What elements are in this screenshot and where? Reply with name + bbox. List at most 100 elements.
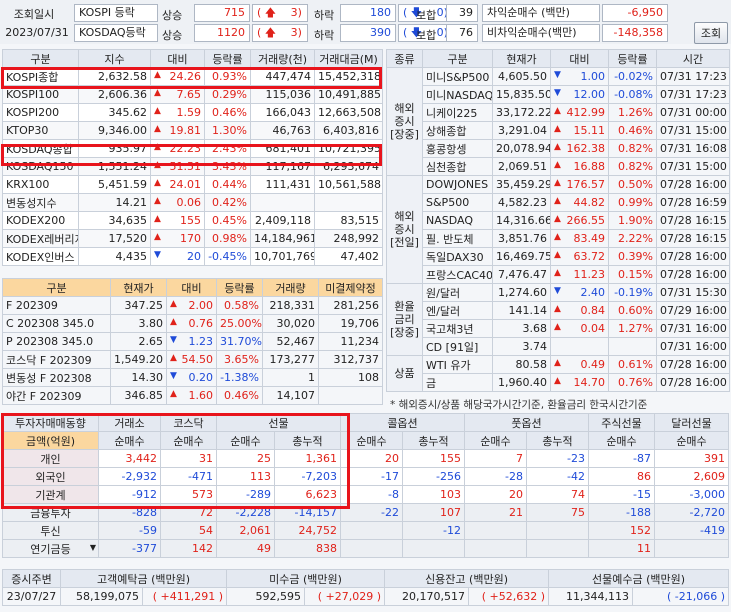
futures-row[interactable]: 변동성 F 202308 14.30 ▼ 0.20 -1.38% 1 108 [2,368,383,387]
overseas-row[interactable]: 필. 반도체 3,851.76 ▲ 83.49 2.22% 07/28 16:15 [387,229,730,248]
overseas-row[interactable]: 미니NASDAQ 15,835.50 ▼ 12.00 -0.08% 07/31 17:23 [387,85,730,104]
overseas-col-header: 대비 [550,49,609,68]
investor-row[interactable]: 금융투자 -828 72 -2,228 -14,157 -22 107 21 75 -188 -2,… [2,503,729,522]
overseas-row[interactable]: NASDAQ 14,316.66 ▲ 266.55 1.90% 07/28 16:15 [387,211,730,230]
dropdown-arrow-icon[interactable]: ▼ [90,543,96,552]
index-row[interactable]: KOSDAQ종합 935.97 ▲ 22.23 2.43% 681,401 10,721,3… [2,139,383,158]
overseas-row[interactable]: 해외 증시 [전일] DOWJONES 35,459.29 ▲ 176.57 0.50% 0… [386,175,730,284]
overseas-row[interactable]: 환율 금리 [장중] 원/달러 1,274.60 ▼ 2.40 -0.19% 07/31 1… [386,283,730,356]
futures-row[interactable]: P 202308 345.0 2.65 ▼ 1.23 31.70% 52,467 11,23… [2,332,383,351]
index-row[interactable]: KOSPI종합 2,632.58 ▲ 24.26 0.93% 447,474 15,452,… [2,67,383,86]
investor-unit: 금액(억원) [2,431,99,450]
overseas-row[interactable]: 금 1,960.40 ▲ 14.70 0.76% 07/28 16:00 [387,373,730,392]
index-value: 17,520 [78,229,151,248]
index-change-value: 7.65 [176,88,202,101]
overseas-name: 필. 반도체 [422,229,493,248]
futures-row[interactable]: F 202309 347.25 ▲ 2.00 0.58% 218,331 281,256 [2,296,383,315]
overseas-row[interactable]: 국고채3년 3.68 ▲ 0.04 1.27% 07/31 16:00 [387,319,730,338]
overseas-change: ▲ 0.49 [550,355,609,374]
query-date: 2023/07/31 [5,26,69,39]
index-rate: 0.46% [204,103,251,122]
futures-name: 코스닥 F 202309 [2,350,111,369]
triangle-down-icon: ▼ [170,335,177,345]
futures-change: ▲ 2.00 [166,296,217,315]
overseas-row[interactable]: CD [91일] 3.74 07/31 16:00 [387,337,730,356]
futures-row[interactable]: 야간 F 202309 346.85 ▲ 1.60 0.46% 14,107 [2,386,383,405]
futures-volume: 30,020 [262,314,319,333]
overseas-rate [608,337,657,356]
index-row[interactable]: 변동성지수 14.21 ▲ 0.06 0.42% [2,193,383,212]
triangle-up-icon: ▲ [554,106,561,116]
futures-row[interactable]: C 202308 345.0 3.80 ▲ 0.76 25.00% 30,020 19,70… [2,314,383,333]
index-name: KOSPI종합 [2,67,79,86]
investor-group-header: 달러선물 [654,413,729,432]
overseas-name: 금 [422,373,493,392]
kospi-flat-value: 39 [459,6,473,19]
overseas-name: NASDAQ [422,211,493,230]
investor-value: -289 [216,485,275,504]
index-row[interactable]: KODEX레버리지 17,520 ▲ 170 0.98% 14,184,961 248,99… [2,229,383,248]
index-name: KOSPI100 [2,85,79,104]
overseas-price: 3,291.04 [492,121,551,140]
futures-volume: 173,277 [262,350,319,369]
index-col-header: 지수 [78,49,151,68]
funds-col-header: 미수금 (백만원) [226,569,386,588]
futures-price: 1,549.20 [110,350,167,369]
overseas-row[interactable]: S&P500 4,582.23 ▲ 44.82 0.99% 07/28 16:59 [387,193,730,212]
index-row[interactable]: KODEX인버스 4,435 ▼ 20 -0.45% 10,701,769 47,402 [2,247,383,266]
investor-row[interactable]: 연기금등 ▼ -377 142 49 838 11 [2,539,729,558]
index-name: KTOP30 [2,121,79,140]
investor-value: -14,157 [274,503,341,522]
investor-row[interactable]: 투신 -59 54 2,061 24,752 -12 152 -419 [2,521,729,540]
overseas-change-value: 44.82 [573,196,606,209]
index-name: KODEX인버스 [2,247,79,266]
overseas-row[interactable]: 상품 WTI 유가 80.58 ▲ 0.49 0.61% 07/28 16:00 [386,355,730,392]
overseas-row[interactable]: 독일DAX30 16,469.75 ▲ 63.72 0.39% 07/28 16:00 [387,247,730,266]
investor-value: -12 [402,521,465,540]
investor-type: 연기금등 ▼ [2,539,99,558]
index-change: ▲ 24.26 [150,67,205,86]
investor-value: 54 [160,521,217,540]
index-rate: 1.30% [204,121,251,140]
overseas-rate: 2.22% [608,229,657,248]
overseas-group-label: 해외 증시 [전일] [386,175,423,284]
investor-row[interactable]: 외국인 -2,932 -471 113 -7,203 -17 -256 -28 -42 86 2,6… [2,467,729,486]
funds-value: ( -21,066 ) [632,587,730,606]
overseas-row[interactable]: 엔/달러 141.14 ▲ 0.84 0.60% 07/29 16:00 [387,301,730,320]
index-row[interactable]: KRX100 5,451.59 ▲ 24.01 0.44% 111,431 10,561,5… [2,175,383,194]
triangle-up-icon: ▲ [170,317,177,327]
index-row[interactable]: KODEX200 34,635 ▲ 155 0.45% 2,409,118 83,515 [2,211,383,230]
overseas-row[interactable]: 프랑스CAC40 7,476.47 ▲ 11.23 0.15% 07/28 16:00 [387,265,730,284]
overseas-change-value: 0.49 [580,358,606,371]
futures-row[interactable]: 코스닥 F 202309 1,549.20 ▲ 54.50 3.65% 173,277 31… [2,350,383,369]
index-row[interactable]: KOSDAQ150 1,551.24 ▲ 51.51 3.43% 117,167 6,293… [2,157,383,176]
query-button[interactable]: 조회 [694,22,728,44]
index-row[interactable]: KTOP30 9,346.00 ▲ 19.81 1.30% 46,763 6,403,816 [2,121,383,140]
index-value: 1,551.24 [78,157,151,176]
investor-row[interactable]: 개인 3,442 31 25 1,361 20 155 7 -23 -87 391 [2,449,729,468]
overseas-time: 07/28 16:00 [656,265,730,284]
triangle-up-icon: ▲ [154,88,161,98]
overseas-time: 07/28 16:59 [656,193,730,212]
index-row[interactable]: KOSPI200 345.62 ▲ 1.59 0.46% 166,043 12,663,50… [2,103,383,122]
index-change-value: 24.26 [169,70,202,83]
overseas-row[interactable]: 해외 증시 [장중] 미니S&P500 4,605.50 ▼ 1.00 -0.02% 07/… [386,67,730,176]
triangle-up-icon: ▲ [554,214,561,224]
index-volume: 2,409,118 [250,211,315,230]
overseas-row[interactable]: 심천종합 2,069.51 ▲ 16.88 0.82% 07/31 15:00 [387,157,730,176]
triangle-up-icon: ▲ [554,358,561,368]
investor-value: 25 [216,449,275,468]
overseas-change-value: 15.11 [573,124,606,137]
overseas-row[interactable]: 상해종합 3,291.04 ▲ 15.11 0.46% 07/31 15:00 [387,121,730,140]
overseas-change-value: 14.70 [573,376,606,389]
investor-value: 107 [402,503,465,522]
overseas-row[interactable]: 홍콩항셍 20,078.94 ▲ 162.38 0.82% 07/31 16:08 [387,139,730,158]
investor-value: 155 [402,449,465,468]
investor-row[interactable]: 기관계 -912 573 -289 6,623 -8 103 20 74 -15 -3,000 [2,485,729,504]
overseas-rate: 1.26% [608,103,657,122]
overseas-change-value: 12.00 [573,88,606,101]
investor-value: -23 [526,449,589,468]
index-row[interactable]: KOSPI100 2,606.36 ▲ 7.65 0.29% 115,036 10,491,… [2,85,383,104]
index-change: ▼ 20 [150,247,205,266]
overseas-row[interactable]: 니케이225 33,172.22 ▲ 412.99 1.26% 07/31 00:00 [387,103,730,122]
